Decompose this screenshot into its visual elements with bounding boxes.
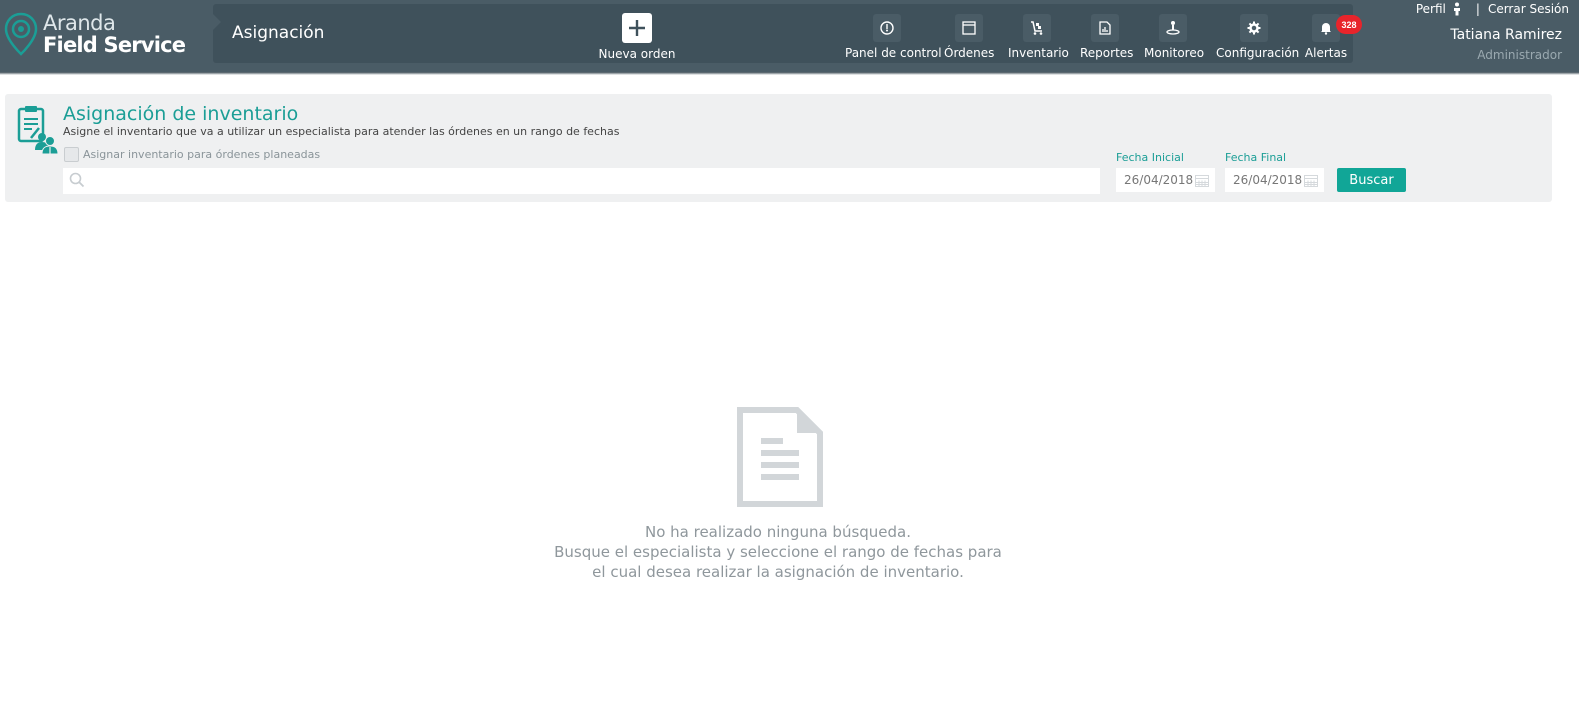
nav-label: Reportes (1080, 46, 1134, 60)
clipboard-users-icon (17, 106, 59, 154)
nav-label: Inventario (1008, 46, 1069, 60)
links-separator: | (1475, 2, 1480, 16)
specialist-search-input[interactable] (63, 168, 1100, 194)
logo-text-field-service: Field Service (43, 33, 186, 57)
nav-inventario[interactable]: Inventario (1008, 14, 1069, 64)
nav-label: Panel de control (845, 46, 942, 60)
nav-ordenes[interactable]: Órdenes (944, 14, 994, 64)
new-order-label: Nueva orden (598, 47, 676, 61)
nav-reportes[interactable]: Reportes (1080, 14, 1134, 64)
logo-text-aranda: Aranda (43, 11, 116, 35)
start-date-field[interactable]: 26/04/2018 (1116, 168, 1215, 192)
calendar-icon[interactable] (1195, 174, 1209, 187)
user-name: Tatiana Ramirez (1450, 27, 1562, 43)
end-date-label: Fecha Final (1225, 151, 1287, 164)
panel-title: Asignación de inventario (63, 103, 299, 125)
monitoring-icon (1159, 14, 1187, 42)
calendar-icon[interactable] (1304, 174, 1318, 187)
inventory-icon (1023, 14, 1051, 42)
user-links: Perfil | Cerrar Sesión (1416, 2, 1569, 16)
nav-panel-de-control[interactable]: Panel de control (845, 14, 942, 64)
alerts-count-badge: 328 (1336, 15, 1362, 34)
user-role: Administrador (1477, 48, 1562, 62)
search-icon (69, 172, 85, 188)
end-date-value: 26/04/2018 (1233, 173, 1303, 187)
app-logo[interactable]: Aranda Field Service (4, 10, 204, 60)
search-button[interactable]: Buscar (1337, 168, 1406, 192)
nav-configuracion[interactable]: Configuración (1216, 14, 1300, 64)
orders-icon (955, 14, 983, 42)
nav-label: Alertas (1304, 46, 1348, 60)
user-icon (1453, 2, 1460, 16)
dashboard-icon (873, 14, 901, 42)
plus-icon (622, 13, 652, 43)
nav-monitoreo[interactable]: Monitoreo (1144, 14, 1205, 64)
empty-state-line: el cual desea realizar la asignación de … (592, 563, 964, 581)
gear-icon (1240, 14, 1268, 42)
inventory-assignment-panel: Asignación de inventario Asigne el inven… (5, 94, 1552, 202)
profile-link[interactable]: Perfil (1416, 2, 1446, 16)
nav-label: Monitoreo (1144, 46, 1205, 60)
empty-document-icon (737, 407, 823, 507)
location-pin-icon (4, 12, 38, 56)
end-date-field[interactable]: 26/04/2018 (1225, 168, 1324, 192)
logout-link[interactable]: Cerrar Sesión (1488, 2, 1569, 16)
empty-state-line: No ha realizado ninguna búsqueda. (644, 523, 911, 541)
new-order-button[interactable]: Nueva orden (596, 13, 678, 63)
module-title: Asignación (232, 23, 325, 43)
nav-label: Órdenes (944, 46, 995, 60)
nav-label: Configuración (1216, 46, 1300, 60)
panel-subtitle: Asigne el inventario que va a utilizar u… (63, 125, 620, 138)
reports-icon (1091, 14, 1119, 42)
empty-state-line: Busque el especialista y seleccione el r… (554, 543, 1002, 561)
start-date-value: 26/04/2018 (1124, 173, 1194, 187)
planned-orders-checkbox-label: Asignar inventario para órdenes planeada… (83, 148, 321, 161)
module-arrow (213, 14, 221, 30)
empty-state-message: No ha realizado ninguna búsqueda. Busque… (478, 522, 1078, 582)
planned-orders-checkbox[interactable] (64, 147, 79, 162)
header-shadow (0, 72, 1579, 75)
start-date-label: Fecha Inicial (1116, 151, 1184, 164)
